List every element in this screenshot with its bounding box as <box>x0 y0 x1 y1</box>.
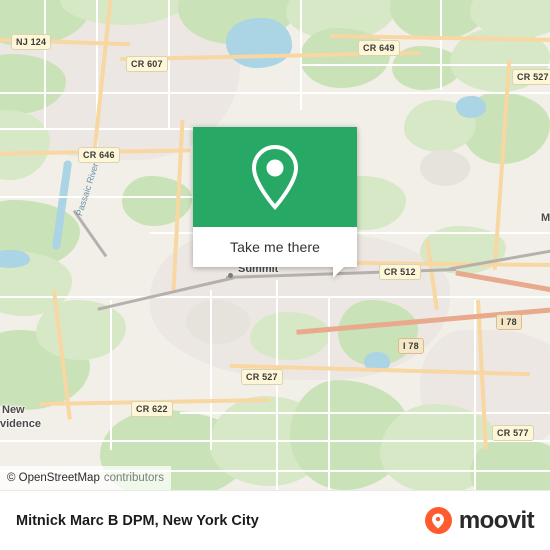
route-shield-cr622[interactable]: CR 622 <box>131 401 173 417</box>
route-shield-cr512[interactable]: CR 512 <box>379 264 421 280</box>
town-dot <box>228 273 233 278</box>
place-title: Mitnick Marc B DPM, New York City <box>16 513 259 529</box>
popup-tail <box>333 265 346 278</box>
location-popup[interactable]: Take me there <box>193 127 357 278</box>
route-shield-cr527-bottom[interactable]: CR 527 <box>241 369 283 385</box>
popup-header <box>193 127 357 227</box>
water-body <box>456 96 486 118</box>
place-name: Mitnick Marc B DPM <box>16 512 155 529</box>
place-label-new: New <box>2 404 25 416</box>
route-shield-cr607[interactable]: CR 607 <box>126 56 168 72</box>
landuse-park <box>36 300 126 360</box>
place-label-m: M <box>541 212 550 224</box>
river-label: Passaic River <box>74 161 101 218</box>
road-local <box>328 296 330 490</box>
route-shield-cr577[interactable]: CR 577 <box>492 425 534 441</box>
map-pin-icon <box>193 127 357 227</box>
road-local <box>300 64 550 66</box>
route-shield-nj124[interactable]: NJ 124 <box>11 34 52 50</box>
attribution-contributors: contributors <box>103 472 164 484</box>
landuse-park <box>122 176 192 226</box>
title-separator: , <box>154 512 163 529</box>
route-shield-cr527-top[interactable]: CR 527 <box>512 69 550 85</box>
road-local <box>0 296 550 298</box>
route-shield-cr649[interactable]: CR 649 <box>358 40 400 56</box>
place-label-providence: vidence <box>0 418 41 430</box>
road-local <box>168 0 170 130</box>
road-local <box>0 440 550 442</box>
moovit-wordmark: moovit <box>458 506 535 534</box>
map-screenshot: Passaic River Summit New vidence M NJ 12… <box>0 0 550 550</box>
road-local <box>0 128 200 130</box>
landuse-institutional <box>186 300 250 344</box>
attribution-osm-link[interactable]: © OpenStreetMap <box>7 472 100 484</box>
moovit-brand[interactable]: moovit <box>424 506 535 535</box>
road-local <box>210 290 212 450</box>
water-body <box>226 18 292 68</box>
route-shield-i78-mid[interactable]: I 78 <box>398 338 424 354</box>
place-city: New York City <box>162 512 259 529</box>
take-me-there-button[interactable]: Take me there <box>193 227 357 267</box>
road-local <box>180 412 550 414</box>
road-local <box>110 300 112 450</box>
route-shield-i78-right[interactable]: I 78 <box>496 314 522 330</box>
map-attribution: © OpenStreetMap contributors <box>0 466 171 490</box>
road-local <box>440 0 442 90</box>
map-canvas[interactable]: Passaic River Summit New vidence M NJ 12… <box>0 0 550 490</box>
road-motorway <box>455 270 550 295</box>
moovit-pin-icon <box>424 507 452 534</box>
road-local <box>44 0 46 130</box>
road-local <box>276 280 278 490</box>
landuse-institutional <box>420 150 470 186</box>
footer-bar: Mitnick Marc B DPM, New York City moovit <box>0 490 550 550</box>
road-local <box>0 92 550 94</box>
route-shield-cr646[interactable]: CR 646 <box>78 147 120 163</box>
road-local <box>474 300 476 490</box>
